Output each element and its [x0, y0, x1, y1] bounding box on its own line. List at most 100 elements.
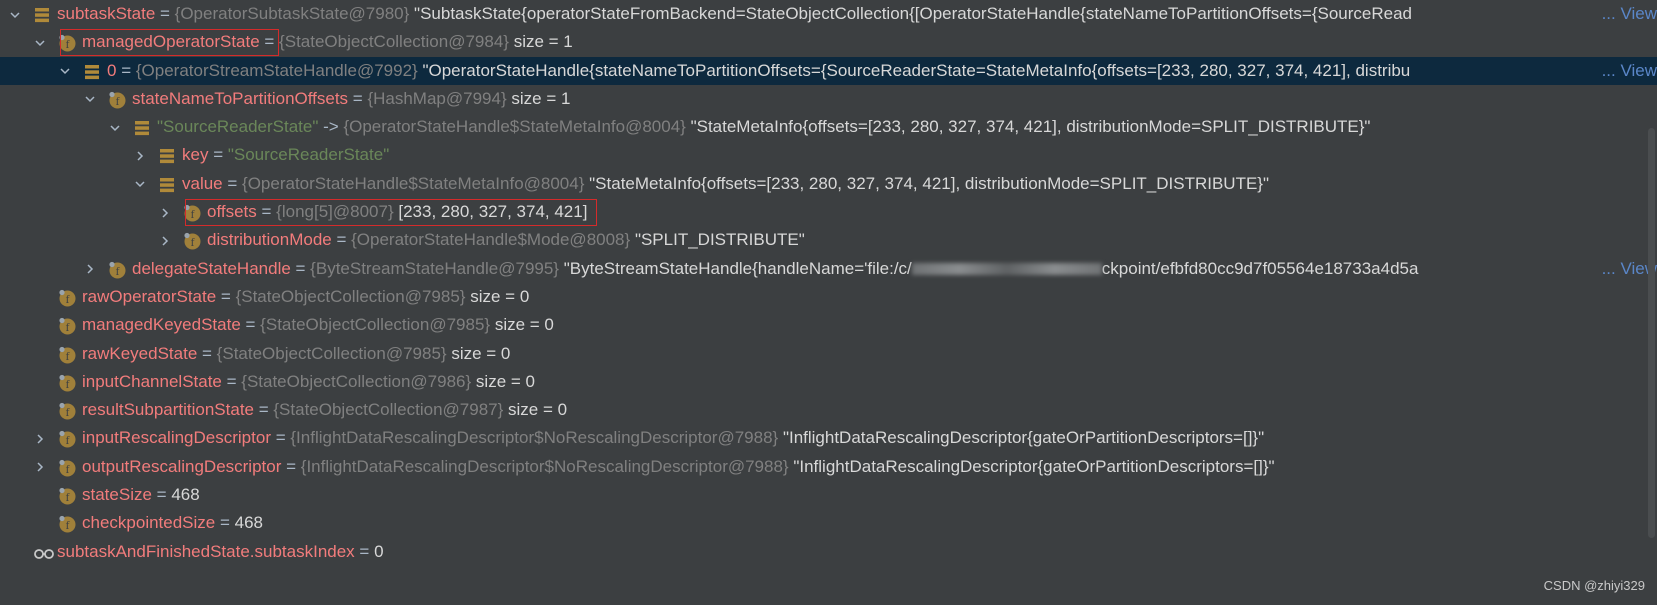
variable-name: value: [182, 173, 223, 193]
svg-text:f: f: [116, 264, 120, 278]
object-icon: [83, 62, 101, 80]
view-link[interactable]: ... View: [1597, 56, 1657, 85]
variable-value: size = 1: [511, 88, 571, 108]
variable-type: {StateObjectCollection@7986}: [241, 371, 472, 391]
expand-down-chevron-icon[interactable]: [8, 0, 22, 28]
variable-value: 468: [234, 513, 264, 533]
variable-value: "StateMetaInfo{offsets=[233, 280, 327, 3…: [589, 173, 1270, 193]
tree-row[interactable]: f rawKeyedState = {StateObjectCollection@…: [0, 340, 1657, 368]
equals-sign: =: [216, 286, 236, 306]
row-text: rawKeyedState = {StateObjectCollection@7…: [82, 340, 510, 368]
variable-value: "StateMetaInfo{offsets=[233, 280, 327, 3…: [690, 117, 1371, 137]
variable-value: 0: [374, 541, 384, 561]
equals-sign: =: [155, 4, 175, 23]
tree-row[interactable]: key = "SourceReaderState": [0, 141, 1657, 169]
variable-name: rawOperatorState: [82, 286, 217, 306]
expand-down-chevron-icon[interactable]: [58, 57, 72, 85]
variable-type: {StateObjectCollection@7985}: [260, 315, 491, 335]
row-text: 0 = {OperatorStreamStateHandle@7992} "Op…: [107, 57, 1410, 85]
variable-type: {OperatorStateHandle$StateMetaInfo@8004}: [242, 173, 585, 193]
variable-name: offsets: [207, 202, 257, 222]
tree-row[interactable]: f checkpointedSize = 468: [0, 509, 1657, 537]
object-icon: [158, 175, 176, 193]
row-text: stateNameToPartitionOffsets = {HashMap@7…: [132, 85, 570, 113]
variable-type: {InflightDataRescalingDescriptor$NoResca…: [300, 456, 789, 476]
expand-right-chevron-icon[interactable]: [158, 198, 172, 226]
variable-name: stateSize: [82, 485, 152, 505]
svg-text:f: f: [66, 405, 70, 419]
row-text: subtaskAndFinishedState.subtaskIndex = 0: [57, 538, 384, 566]
tree-row[interactable]: subtaskAndFinishedState.subtaskIndex = 0: [0, 538, 1657, 566]
variable-name: resultSubpartitionState: [82, 400, 254, 420]
equals-sign: =: [222, 173, 243, 193]
view-link[interactable]: ... View: [1598, 0, 1657, 28]
tree-row[interactable]: f distributionMode = {OperatorStateHandle…: [0, 226, 1657, 254]
variable-value: size = 0: [470, 286, 530, 306]
expand-down-chevron-icon[interactable]: [33, 28, 47, 56]
expand-right-chevron-icon[interactable]: [158, 226, 172, 254]
row-text: delegateStateHandle = {ByteStreamStateHa…: [132, 255, 1418, 283]
expand-right-chevron-icon[interactable]: [83, 255, 97, 283]
equals-sign: =: [221, 371, 242, 391]
tree-row[interactable]: f offsets = {long[5]@8007} [233, 280, 327…: [0, 198, 1657, 226]
equals-sign: =: [197, 343, 217, 363]
field-icon: f: [58, 316, 76, 335]
variable-value: "InflightDataRescalingDescriptor{gateOrP…: [793, 456, 1275, 476]
variable-type: {long[5]@8007}: [276, 202, 394, 222]
variable-type: {StateObjectCollection@7985}: [216, 343, 447, 363]
variable-type: {OperatorStreamStateHandle@7992}: [135, 60, 418, 80]
field-icon: f: [183, 203, 201, 222]
tree-row[interactable]: 0 = {OperatorStreamStateHandle@7992} "Op…: [0, 56, 1657, 85]
expand-right-chevron-icon[interactable]: [33, 453, 47, 481]
field-icon: f: [58, 401, 76, 420]
expand-down-chevron-icon[interactable]: [83, 85, 97, 113]
variable-name: key: [182, 145, 209, 165]
object-icon: [158, 146, 176, 164]
tree-row[interactable]: f inputChannelState = {StateObjectCollect…: [0, 368, 1657, 396]
watch-glasses-icon: [33, 543, 54, 561]
tree-row[interactable]: f stateNameToPartitionOffsets = {HashMap@…: [0, 85, 1657, 113]
tree-row[interactable]: f inputRescalingDescriptor = {InflightDat…: [0, 424, 1657, 452]
variable-type: {InflightDataRescalingDescriptor$NoResca…: [290, 428, 779, 448]
variable-value-rest: ckpoint/efbfd80cc9d7f05564e18733a4d5a: [1101, 258, 1419, 278]
field-icon: f: [58, 33, 76, 52]
equals-sign: =: [354, 541, 375, 561]
tree-row[interactable]: value = {OperatorStateHandle$StateMetaIn…: [0, 170, 1657, 198]
debugger-variables-tree: subtaskState = {OperatorSubtaskState@798…: [0, 0, 1657, 566]
expand-right-chevron-icon[interactable]: [33, 424, 47, 452]
tree-row[interactable]: f managedOperatorState = {StateObjectColl…: [0, 28, 1657, 56]
expand-down-chevron-icon[interactable]: [108, 113, 122, 141]
variable-name: inputRescalingDescriptor: [82, 428, 271, 448]
row-text: outputRescalingDescriptor = {InflightDat…: [82, 453, 1275, 481]
tree-row[interactable]: f outputRescalingDescriptor = {InflightDa…: [0, 453, 1657, 481]
row-text: resultSubpartitionState = {StateObjectCo…: [82, 396, 567, 424]
tree-row[interactable]: f stateSize = 468: [0, 481, 1657, 509]
redacted-path: [911, 263, 1102, 276]
arrow-sign: ->: [323, 117, 339, 137]
row-text: managedKeyedState = {StateObjectCollecti…: [82, 311, 554, 339]
field-icon: f: [58, 514, 76, 533]
equals-sign: =: [215, 513, 235, 533]
svg-text:f: f: [116, 94, 120, 108]
tree-row[interactable]: f resultSubpartitionState = {StateObjectC…: [0, 396, 1657, 424]
tree-row[interactable]: "SourceReaderState" -> {OperatorStateHan…: [0, 113, 1657, 141]
tree-row[interactable]: f rawOperatorState = {StateObjectCollecti…: [0, 283, 1657, 311]
variable-type: {OperatorStateHandle$StateMetaInfo@8004}: [343, 117, 686, 137]
tree-row[interactable]: f managedKeyedState = {StateObjectCollect…: [0, 311, 1657, 339]
expand-right-chevron-icon[interactable]: [133, 141, 147, 169]
tree-row[interactable]: f delegateStateHandle = {ByteStreamStateH…: [0, 255, 1657, 283]
expand-down-chevron-icon[interactable]: [133, 170, 147, 198]
tree-row[interactable]: subtaskState = {OperatorSubtaskState@798…: [0, 0, 1657, 28]
field-icon: f: [108, 260, 126, 279]
object-icon: [133, 118, 151, 136]
svg-text:f: f: [66, 320, 70, 334]
row-text: inputChannelState = {StateObjectCollecti…: [82, 368, 535, 396]
svg-text:f: f: [66, 292, 70, 306]
vertical-scrollbar[interactable]: [1648, 128, 1655, 538]
svg-text:f: f: [191, 235, 195, 249]
row-text: distributionMode = {OperatorStateHandle$…: [207, 226, 805, 254]
field-icon: f: [108, 90, 126, 109]
object-icon: [33, 5, 51, 23]
row-text: inputRescalingDescriptor = {InflightData…: [82, 424, 1264, 452]
field-icon: f: [58, 288, 76, 307]
